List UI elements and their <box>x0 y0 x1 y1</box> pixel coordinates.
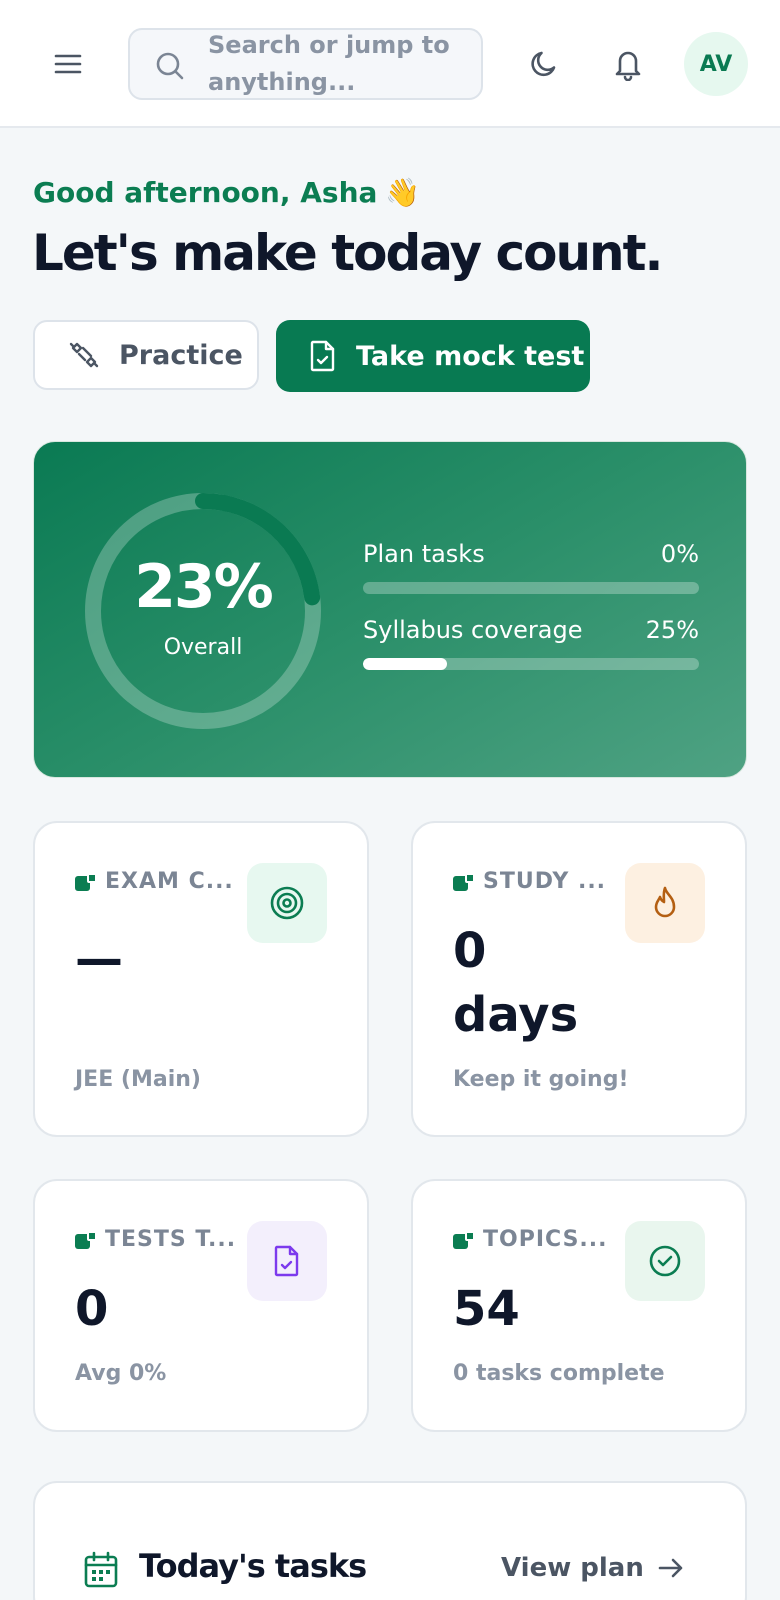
target-icon <box>270 886 304 920</box>
notifications-button[interactable] <box>604 44 652 84</box>
exam-card-icon-badge <box>247 863 327 943</box>
overall-percent: 23% <box>134 552 274 622</box>
moon-icon <box>531 51 556 77</box>
syllabus-coverage-label: Syllabus coverage <box>363 616 583 644</box>
topics-card-icon-badge <box>625 1221 705 1301</box>
study-card-value-unit: days <box>453 987 579 1043</box>
practice-label: Practice <box>119 339 243 371</box>
tests-card-icon-badge <box>247 1221 327 1301</box>
plan-tasks-value: 0% <box>660 540 699 568</box>
view-plan-label: View plan <box>501 1553 644 1583</box>
top-bar: Search or jump to anything... AV <box>0 0 780 128</box>
file-check-icon <box>274 1245 299 1277</box>
tests-taken-card[interactable]: TESTS T... 0 Avg 0% <box>33 1179 369 1432</box>
take-mock-test-label: Take mock test <box>356 340 585 372</box>
syllabus-coverage-value: 25% <box>645 616 699 644</box>
check-circle-icon <box>649 1245 681 1277</box>
plan-tasks-label: Plan tasks <box>363 540 485 568</box>
flame-icon <box>654 886 676 918</box>
tests-card-value: 0 <box>75 1281 109 1337</box>
exam-card[interactable]: EXAM C... — JEE (Main) <box>33 821 369 1137</box>
bell-icon <box>615 51 641 81</box>
plan-tasks-track <box>363 582 699 594</box>
exam-card-label: EXAM C... <box>105 869 234 894</box>
label-dot-icon <box>75 1230 97 1249</box>
search-icon <box>156 52 184 80</box>
label-dot-icon <box>453 872 475 891</box>
exam-card-value: — <box>75 931 123 987</box>
plan-tasks-progress: Plan tasks 0% <box>363 540 699 594</box>
label-dot-icon <box>453 1230 475 1249</box>
overall-label: Overall <box>163 635 243 660</box>
study-card-sub: Keep it going! <box>453 1067 629 1092</box>
progress-card: 23% Overall Plan tasks 0% Syllabus cover… <box>33 441 747 778</box>
file-check-icon <box>310 340 335 372</box>
todays-tasks-title: Today's tasks <box>139 1547 367 1585</box>
tests-card-sub: Avg 0% <box>75 1361 167 1386</box>
exam-card-sub: JEE (Main) <box>75 1067 201 1092</box>
label-dot-icon <box>75 872 97 891</box>
study-card-label: STUDY ... <box>483 869 607 894</box>
search-placeholder[interactable]: Search or jump to anything... <box>208 30 468 98</box>
study-card-value-number: 0 <box>453 923 487 979</box>
syllabus-coverage-progress: Syllabus coverage 25% <box>363 616 699 670</box>
wave-emoji: 👋 <box>385 176 421 209</box>
topics-card-value: 54 <box>453 1281 520 1337</box>
view-plan-link[interactable]: View plan <box>501 1553 684 1583</box>
theme-toggle-button[interactable] <box>520 44 568 84</box>
topics-card[interactable]: TOPICS... 54 0 tasks complete <box>411 1179 747 1432</box>
dumbbell-icon <box>69 342 99 368</box>
arrow-right-icon <box>658 1558 683 1578</box>
syllabus-coverage-track <box>363 658 699 670</box>
greeting: Good afternoon, Asha 👋 <box>33 176 420 209</box>
menu-icon <box>54 54 82 74</box>
topics-card-label: TOPICS... <box>483 1227 608 1252</box>
tests-card-label: TESTS T... <box>105 1227 237 1252</box>
page-title: Let's make today count. <box>32 224 664 282</box>
calendar-icon <box>84 1551 118 1588</box>
search-box[interactable]: Search or jump to anything... <box>128 28 483 100</box>
syllabus-coverage-fill <box>363 658 447 670</box>
topics-card-sub: 0 tasks complete <box>453 1361 665 1386</box>
avatar[interactable]: AV <box>684 32 748 96</box>
todays-tasks-card: Today's tasks View plan <box>33 1481 747 1600</box>
take-mock-test-button[interactable]: Take mock test <box>276 320 590 392</box>
study-card-icon-badge <box>625 863 705 943</box>
study-card-value: 0 days <box>453 919 578 1047</box>
greeting-text: Good afternoon, Asha <box>33 176 378 209</box>
study-streak-card[interactable]: STUDY ... 0 days Keep it going! <box>411 821 747 1137</box>
practice-button[interactable]: Practice <box>33 320 259 390</box>
menu-button[interactable] <box>44 44 92 84</box>
